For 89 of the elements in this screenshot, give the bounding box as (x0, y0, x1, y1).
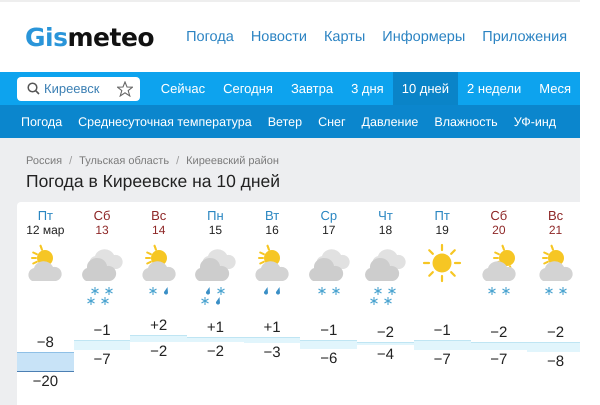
subnav-link[interactable]: УФ-инд (514, 114, 556, 128)
max-temperature: +1 (206, 318, 224, 337)
date: 14 (152, 223, 166, 238)
star-icon[interactable] (116, 80, 133, 96)
weekday: Пт (38, 208, 53, 223)
breadcrumb-link[interactable]: Россия (26, 155, 62, 167)
raindrop-icon (162, 287, 169, 295)
tab[interactable]: Завтра (282, 72, 342, 105)
min-temperature: −2 (206, 342, 224, 361)
snowflake-icon (332, 287, 340, 295)
min-temperature: −3 (264, 343, 281, 362)
snowflake-icon (101, 297, 110, 305)
nav-link[interactable]: Погода (186, 29, 234, 45)
min-temperature: −6 (320, 348, 338, 368)
max-temperature: −1 (434, 321, 451, 340)
max-temperature: −8 (36, 333, 54, 352)
subnav-link[interactable]: Среднесуточная температура (78, 114, 252, 128)
subnav-link[interactable]: Снег (318, 114, 346, 128)
subnav-link[interactable]: Влажность (434, 114, 498, 128)
max-temperature: −2 (546, 322, 564, 342)
breadcrumb-separator: / (176, 155, 180, 167)
nav-link[interactable]: Карты (324, 29, 366, 45)
min-temperature: −7 (434, 350, 451, 370)
min-temperature: −8 (546, 352, 564, 371)
snowflake-icon (201, 297, 210, 305)
snowflake-icon (105, 287, 114, 295)
snowflake-icon (148, 287, 157, 295)
date: 16 (265, 223, 279, 238)
breadcrumb-link[interactable]: Киреевский район (186, 155, 279, 167)
temperature-band (527, 342, 580, 352)
snowflake-icon (384, 297, 392, 305)
date: 20 (492, 223, 506, 238)
date: 19 (435, 223, 449, 238)
min-temperature: −2 (150, 342, 168, 361)
date: 18 (378, 223, 392, 238)
weekday: Вт (264, 208, 280, 223)
weekday: Сб (94, 208, 110, 223)
snowflake-icon (558, 287, 567, 295)
max-temperature: −1 (93, 321, 111, 340)
min-temperature: −7 (93, 350, 111, 370)
weekday: Сб (490, 208, 508, 223)
snowflake-icon (87, 297, 96, 305)
tab[interactable]: 3 дня (342, 72, 393, 105)
tab[interactable]: Меся (530, 72, 580, 105)
min-temperature: −7 (490, 350, 508, 370)
min-temperature: −20 (32, 372, 58, 392)
search-icon (27, 82, 40, 95)
subnav-link[interactable]: Давление (362, 114, 418, 128)
tab[interactable]: 2 недели (458, 72, 530, 105)
breadcrumb-link[interactable]: Тульская область (79, 155, 170, 167)
snowflake-icon (502, 287, 510, 295)
logo[interactable]: Gismeteo (25, 22, 154, 52)
snowflake-icon (488, 287, 496, 295)
date: 13 (95, 223, 109, 238)
search-field[interactable]: Киреевск (17, 76, 140, 100)
snowflake-icon (544, 287, 553, 295)
weekday: Ср (320, 208, 338, 223)
subnav-link[interactable]: Ветер (268, 114, 302, 128)
weekday: Вс (151, 208, 166, 223)
snowflake-icon (374, 287, 382, 295)
weekday: Чт (378, 208, 393, 223)
date: 21 (548, 223, 562, 238)
snowflake-icon (370, 297, 378, 305)
tab[interactable]: Сегодня (214, 72, 282, 105)
weekday: Пн (207, 208, 224, 223)
page-title: Погода в Киреевске на 10 дней (26, 171, 282, 192)
max-temperature: −2 (376, 322, 394, 342)
snowflake-icon (217, 287, 226, 295)
min-temperature: −4 (376, 345, 394, 364)
tab[interactable]: 10 дней (392, 72, 458, 105)
subnav-link[interactable]: Погода (21, 114, 62, 128)
snowflake-icon (388, 287, 396, 295)
max-temperature: −2 (490, 322, 508, 342)
max-temperature: +1 (264, 318, 281, 337)
date: 15 (208, 223, 222, 238)
date: 17 (322, 223, 336, 238)
snowflake-icon (318, 287, 326, 295)
weekday: Вс (548, 208, 564, 223)
tab[interactable]: Сейчас (152, 72, 214, 105)
max-temperature: −1 (320, 321, 338, 340)
nav-link[interactable]: Информеры (382, 29, 466, 45)
snowflake-icon (91, 287, 100, 295)
nav-link[interactable]: Новости (250, 29, 307, 45)
max-temperature: +2 (150, 316, 168, 335)
breadcrumb-separator: / (69, 155, 72, 167)
date: 12 мар (26, 223, 64, 238)
temperature-band (17, 352, 74, 372)
nav-link[interactable]: Приложения (482, 29, 568, 45)
weekday: Пт (434, 208, 450, 223)
